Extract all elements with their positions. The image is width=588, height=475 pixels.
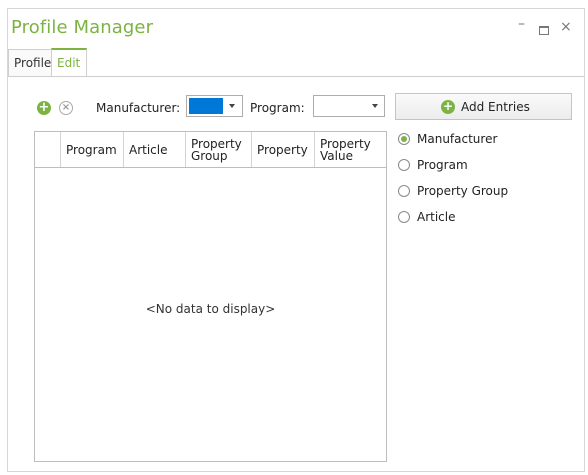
manufacturer-selected-value: [189, 98, 223, 114]
radio-button[interactable]: [398, 211, 410, 223]
radio-label: Property Group: [417, 184, 509, 198]
add-entries-button[interactable]: + Add Entries: [395, 93, 572, 120]
maximize-button[interactable]: [539, 26, 549, 35]
column-header-property[interactable]: Property: [252, 132, 315, 167]
column-header-property-group[interactable]: Property Group: [186, 132, 252, 167]
add-icon[interactable]: +: [37, 101, 51, 115]
chevron-down-icon: [372, 104, 378, 108]
empty-grid-message: <No data to display>: [145, 302, 276, 316]
manufacturer-dropdown[interactable]: [186, 95, 243, 117]
program-dropdown[interactable]: [313, 95, 385, 117]
data-grid[interactable]: Program Article Property Group Property …: [34, 131, 387, 462]
minimize-button[interactable]: –: [518, 16, 525, 32]
tab-profiles[interactable]: Profiles: [8, 49, 58, 76]
chevron-down-icon: [229, 104, 235, 108]
column-header-property-value[interactable]: Property Value: [315, 132, 386, 167]
program-label: Program:: [250, 101, 305, 115]
manufacturer-label: Manufacturer:: [96, 101, 181, 115]
radio-label: Article: [417, 210, 456, 224]
column-header-program[interactable]: Program: [61, 132, 124, 167]
add-entries-label: Add Entries: [461, 100, 530, 114]
grid-header: Program Article Property Group Property …: [35, 132, 386, 168]
row-indicator-header: [35, 132, 61, 167]
remove-icon[interactable]: ×: [59, 101, 73, 115]
radio-label: Manufacturer: [417, 132, 498, 146]
close-button[interactable]: ×: [560, 19, 572, 35]
radio-label: Program: [417, 158, 468, 172]
window-title: Profile Manager: [11, 17, 154, 38]
add-icon: +: [441, 99, 455, 114]
radio-button[interactable]: [398, 159, 410, 171]
tab-edit[interactable]: Edit: [51, 48, 87, 77]
radio-button-checked[interactable]: [398, 133, 410, 145]
radio-button[interactable]: [398, 185, 410, 197]
column-header-article[interactable]: Article: [124, 132, 186, 167]
